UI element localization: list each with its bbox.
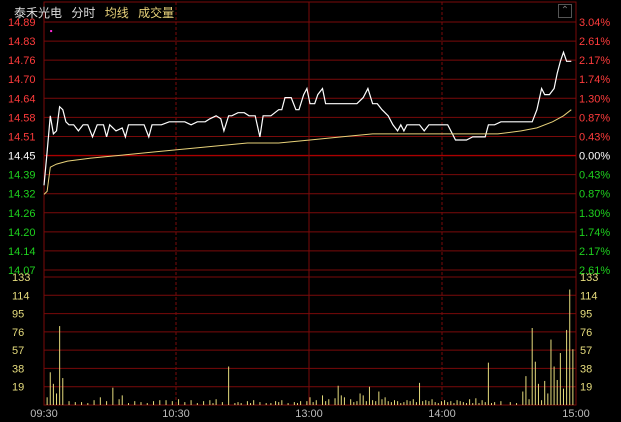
volume-tick-label: 57 xyxy=(580,345,592,357)
chart-canvas: 14.8914.8314.7614.7014.6414.5814.5114.45… xyxy=(8,1,610,420)
percent-axis: 3.04% 2.61% 2.17% 1.74% 1.30% 0.87% 0.43% 0.00%… xyxy=(579,17,610,394)
price-tick-label: 14.20 xyxy=(8,227,36,239)
price-tick-label: 14.64 xyxy=(8,93,36,105)
volume-tick-label: 95 xyxy=(12,309,24,321)
volume-tick-label: 95 xyxy=(580,309,592,321)
chart-legend: 泰禾光电 分时 均线 成交量 xyxy=(14,4,180,21)
percent-tick-label: 0.87% xyxy=(579,189,610,201)
volume-tick-label: 38 xyxy=(12,363,24,375)
volume-tick-label: 57 xyxy=(12,345,24,357)
chart-grid xyxy=(43,1,577,406)
start-marker xyxy=(50,30,53,33)
percent-tick-label: 1.30% xyxy=(579,208,610,220)
percent-tick-label: 2.17% xyxy=(579,246,610,258)
percent-tick-label: 1.30% xyxy=(579,93,610,105)
volume-label: 成交量 xyxy=(138,6,175,20)
time-tick-label: 09:30 xyxy=(30,408,58,420)
percent-tick-label: 0.00% xyxy=(579,151,610,163)
mode-label[interactable]: 分时 xyxy=(71,6,95,20)
percent-tick-label: 0.43% xyxy=(579,170,610,182)
price-tick-label: 14.70 xyxy=(8,74,36,86)
price-tick-label: 14.45 xyxy=(8,151,36,163)
price-tick-label: 14.32 xyxy=(8,189,36,201)
volume-tick-label: 19 xyxy=(580,382,592,394)
percent-tick-label: 2.61% xyxy=(579,36,610,48)
percent-tick-label: 1.74% xyxy=(579,227,610,239)
time-tick-label: 13:00 xyxy=(295,408,323,420)
average-line xyxy=(43,109,572,195)
percent-tick-label: 1.74% xyxy=(579,74,610,86)
price-tick-label: 14.14 xyxy=(8,246,36,258)
stock-name: 泰禾光电 xyxy=(14,6,63,20)
price-line xyxy=(43,50,572,186)
avg-line-label: 均线 xyxy=(104,6,129,20)
volume-tick-label: 19 xyxy=(12,382,24,394)
time-tick-label: 15:00 xyxy=(562,408,590,420)
chevron-up-icon[interactable]: ⌃ xyxy=(558,4,572,18)
price-tick-label: 14.26 xyxy=(8,208,36,220)
time-tick-label: 14:00 xyxy=(428,408,456,420)
price-tick-label: 14.58 xyxy=(8,112,36,124)
percent-tick-label: 2.17% xyxy=(579,55,610,67)
percent-tick-label: 0.87% xyxy=(579,112,610,124)
volume-tick-label: 133 xyxy=(12,272,30,284)
volume-bars xyxy=(46,289,574,405)
time-axis: 09:30 10:30 13:00 14:00 15:00 xyxy=(30,408,590,420)
chart-frame xyxy=(43,1,577,406)
price-tick-label: 14.76 xyxy=(8,55,36,67)
time-tick-label: 10:30 xyxy=(162,408,190,420)
volume-tick-label: 38 xyxy=(580,363,592,375)
volume-tick-label: 76 xyxy=(12,327,24,339)
percent-tick-label: 0.43% xyxy=(579,131,610,143)
percent-tick-label: 3.04% xyxy=(579,17,610,29)
price-series xyxy=(43,30,572,195)
price-tick-label: 14.83 xyxy=(8,36,36,48)
price-tick-label: 14.39 xyxy=(8,170,36,182)
volume-tick-label: 76 xyxy=(580,327,592,339)
volume-tick-label: 114 xyxy=(12,290,30,302)
price-axis: 14.8914.8314.7614.7014.6414.5814.5114.45… xyxy=(8,17,36,394)
price-tick-label: 14.51 xyxy=(8,131,36,143)
volume-tick-label: 133 xyxy=(580,272,598,284)
volume-tick-label: 114 xyxy=(580,290,598,302)
